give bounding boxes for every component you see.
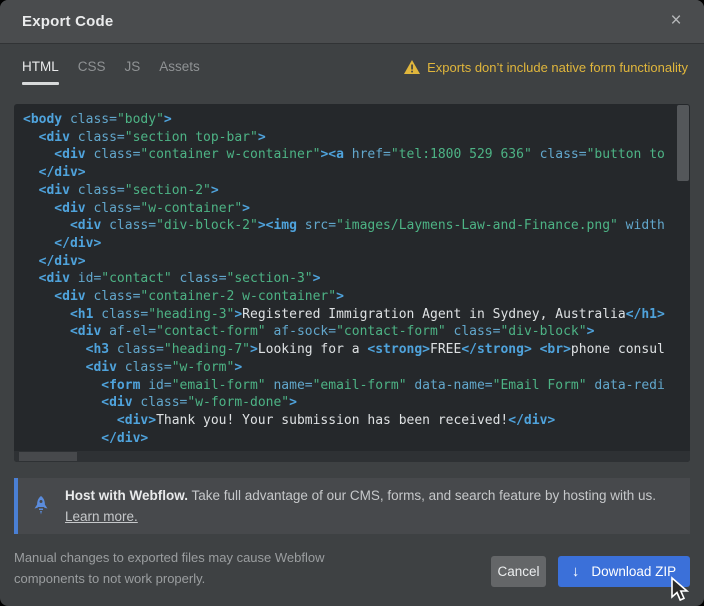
footer-note-line2: components to not work properly. [14, 568, 324, 589]
code-line: <body class="body"> [23, 111, 677, 129]
horizontal-scrollbar-thumb[interactable] [19, 452, 77, 461]
code-line: <div class="w-container"> [23, 200, 677, 218]
footer-note: Manual changes to exported files may cau… [14, 547, 324, 589]
code-line: </div> [23, 235, 677, 253]
code-line: <div class="w-form-done"> [23, 394, 677, 412]
download-zip-button[interactable]: ↓ Download ZIP [558, 556, 690, 587]
footer-note-line1: Manual changes to exported files may cau… [14, 547, 324, 568]
download-zip-label: Download ZIP [591, 564, 676, 579]
host-banner: Host with Webflow. Take full advantage o… [14, 478, 690, 534]
tab-js[interactable]: JS [125, 53, 141, 88]
code-line: <div class="container-2 w-container"> [23, 288, 677, 306]
tab-css[interactable]: CSS [78, 53, 106, 88]
tabs: HTML CSS JS Assets [22, 53, 200, 88]
code-line: <div class="div-block-2"><img src="image… [23, 217, 677, 235]
code-line: </div> [23, 253, 677, 271]
code-line: </div> [23, 164, 677, 182]
code-line: <div id="contact" class="section-3"> [23, 270, 677, 288]
code-line: <div>Thank you! Your submission has been… [23, 412, 677, 430]
export-warning: Exports don’t include native form functi… [404, 60, 688, 75]
code-line: <div af-el="contact-form" af-sock="conta… [23, 323, 677, 341]
tab-html[interactable]: HTML [22, 53, 59, 88]
close-icon[interactable]: × [664, 9, 688, 33]
learn-more-link[interactable]: Learn more. [65, 509, 138, 524]
code-line: <div class="w-form"> [23, 359, 677, 377]
code-line: <div class="section-2"> [23, 182, 677, 200]
dialog-title: Export Code [22, 13, 113, 30]
banner-text: Host with Webflow. Take full advantage o… [65, 485, 656, 527]
vertical-scrollbar-thumb[interactable] [677, 105, 689, 181]
code-line: <div class="container w-container"><a hr… [23, 146, 677, 164]
dialog-header: Export Code × [0, 0, 704, 44]
code-line: </div> [23, 430, 677, 448]
cancel-button[interactable]: Cancel [491, 556, 546, 587]
warning-triangle-icon [404, 60, 420, 74]
code-line: <h1 class="heading-3">Registered Immigra… [23, 306, 677, 324]
code-line: <h3 class="heading-7">Looking for a <str… [23, 341, 677, 359]
warning-text: Exports don’t include native form functi… [427, 60, 688, 75]
code-line: <div class="section top-bar"> [23, 129, 677, 147]
code-content: <body class="body"> <div class="section … [14, 104, 677, 451]
rocket-icon [31, 495, 51, 517]
banner-bold-text: Host with Webflow. [65, 488, 188, 503]
tab-assets[interactable]: Assets [159, 53, 200, 88]
download-arrow-icon: ↓ [572, 564, 580, 579]
code-viewer[interactable]: <body class="body"> <div class="section … [14, 104, 690, 462]
horizontal-scrollbar[interactable] [14, 451, 690, 462]
export-code-dialog: Export Code × HTML CSS JS Assets Exports do… [0, 0, 704, 606]
tab-bar: HTML CSS JS Assets Exports don’t include na… [22, 44, 688, 96]
code-line: <form id="email-form" name="email-form" … [23, 377, 677, 395]
banner-body-text: Take full advantage of our CMS, forms, a… [188, 488, 656, 503]
